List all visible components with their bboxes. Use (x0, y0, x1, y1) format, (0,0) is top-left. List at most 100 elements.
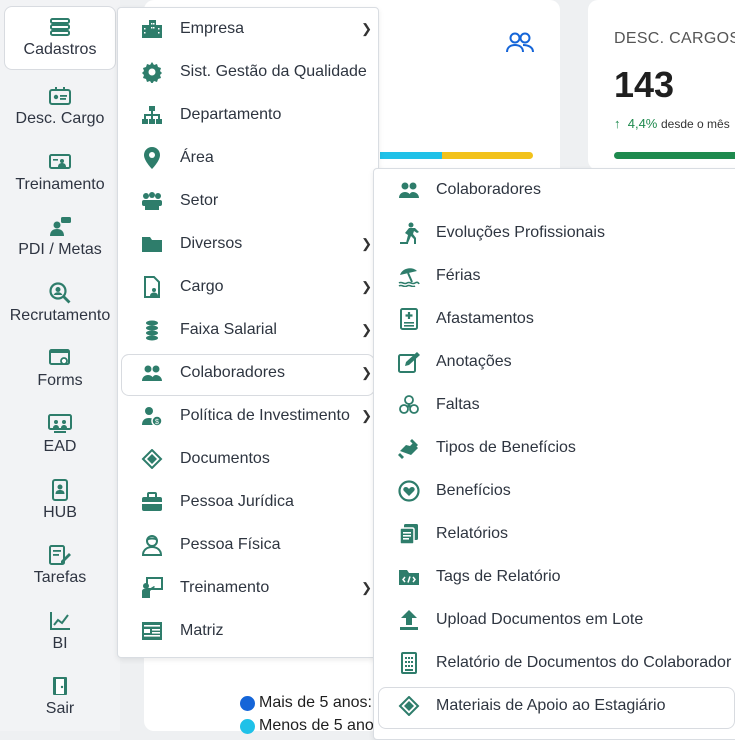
arrow-up-icon: ↑ (614, 116, 621, 131)
menu-item-label: Materiais de Apoio ao Estagiário (436, 697, 666, 714)
menu-item-empresa[interactable]: Empresa ❯ (118, 9, 376, 49)
menu-item-treinamento[interactable]: Treinamento ❯ (118, 568, 376, 608)
submenu-item-colaboradores[interactable]: Colaboradores (374, 170, 735, 210)
menu-item-label: Férias (436, 267, 481, 284)
cargos-progress-bar (614, 152, 735, 159)
running-icon (397, 221, 421, 245)
submenu-item-evolucoes[interactable]: Evoluções Profissionais (374, 213, 735, 253)
menu-item-diversos[interactable]: Diversos ❯ (118, 224, 376, 264)
sidebar-item-label: HUB (43, 504, 77, 521)
menu-item-label: Faixa Salarial (180, 321, 277, 338)
sidebar-item-sair[interactable]: Sair (0, 666, 120, 728)
sidebar-item-label: PDI / Metas (18, 241, 102, 258)
legend-item: Mais de 5 anos: (240, 694, 372, 712)
org-chart-icon (140, 103, 164, 127)
submenu-item-anotacoes[interactable]: Anotações (374, 342, 735, 382)
menu-item-label: Matriz (180, 622, 224, 639)
menu-item-pessoa-juridica[interactable]: Pessoa Jurídica (118, 482, 376, 522)
menu-item-departamento[interactable]: Departamento (118, 95, 376, 135)
menu-item-matriz[interactable]: Matriz (118, 611, 376, 651)
person-icon (140, 533, 164, 557)
copy-doc-icon (397, 522, 421, 546)
cargos-count: 143 (614, 64, 675, 105)
sidebar-item-label: Recrutamento (9, 307, 111, 324)
menu-item-label: Relatórios (436, 525, 509, 542)
submenu-item-ferias[interactable]: Férias (374, 256, 735, 296)
group-icon (140, 189, 164, 213)
id-card-icon (49, 86, 71, 106)
sidebar-item-treinamento[interactable]: Treinamento (0, 142, 120, 204)
submenu-item-tipos-beneficios[interactable]: Tipos de Benefícios (374, 428, 735, 468)
cadastros-menu: Empresa ❯ Sist. Gestão da Qualidade Depa… (117, 7, 379, 658)
chevron-right-icon: ❯ (361, 365, 372, 380)
handshake-icon (397, 436, 421, 460)
pencil-note-icon (397, 350, 421, 374)
umbrella-beach-icon (397, 264, 421, 288)
menu-item-label: Política de Investimento (180, 407, 350, 424)
menu-item-sist-gestao-qualidade[interactable]: Sist. Gestão da Qualidade (118, 52, 376, 92)
submenu-item-afastamentos[interactable]: Afastamentos (374, 299, 735, 339)
legend-label: Mais de 5 anos: (259, 694, 372, 711)
menu-item-setor[interactable]: Setor (118, 181, 376, 221)
legend-dot-cyan (240, 718, 255, 734)
cargos-trend: ↑ 4,4% desde o mês (614, 116, 730, 131)
users-icon[interactable] (506, 32, 534, 54)
sidebar: Cadastros Desc. Cargo Treinamento PDI / … (0, 0, 120, 731)
map-pin-icon (140, 146, 164, 170)
sidebar-item-desc-cargo[interactable]: Desc. Cargo (0, 76, 120, 138)
menu-item-politica-investimento[interactable]: $ Política de Investimento ❯ (118, 396, 376, 436)
menu-item-label: Faltas (436, 396, 480, 413)
sidebar-item-pdi-metas[interactable]: PDI / Metas (0, 207, 120, 269)
atom-icon (397, 393, 421, 417)
menu-item-pessoa-fisica[interactable]: Pessoa Física (118, 525, 376, 565)
edit-doc-icon (49, 545, 71, 565)
menu-item-colaboradores[interactable]: Colaboradores ❯ (118, 353, 376, 393)
menu-item-label: Treinamento (180, 579, 270, 596)
trend-text: desde o mês (661, 117, 730, 131)
menu-item-area[interactable]: Área (118, 138, 376, 178)
submenu-item-relatorio-documentos[interactable]: Relatório de Documentos do Colaborador (374, 643, 735, 683)
legend-item: Menos de 5 anos (240, 717, 382, 735)
code-folder-icon (397, 565, 421, 589)
submenu-item-relatorios[interactable]: Relatórios (374, 514, 735, 554)
users-icon (140, 361, 164, 385)
chevron-right-icon: ❯ (361, 21, 372, 36)
phone-user-icon (52, 479, 68, 501)
menu-item-label: Documentos (180, 450, 270, 467)
menu-item-label: Departamento (180, 106, 282, 123)
sidebar-item-cadastros[interactable]: Cadastros (4, 6, 116, 70)
menu-item-label: Pessoa Jurídica (180, 493, 294, 510)
sidebar-item-forms[interactable]: Forms (0, 338, 120, 400)
menu-item-label: Colaboradores (436, 181, 541, 198)
progress-segment-cyan (380, 152, 442, 159)
sidebar-item-ead[interactable]: EAD (0, 404, 120, 466)
menu-item-label: Área (180, 149, 214, 166)
menu-item-documentos[interactable]: Documentos (118, 439, 376, 479)
cargos-card: DESC. CARGOS 143 ↑ 4,4% desde o mês (588, 0, 735, 170)
chevron-right-icon: ❯ (361, 580, 372, 595)
submenu-item-tags-relatorio[interactable]: Tags de Relatório (374, 557, 735, 597)
monitor-icon (48, 414, 72, 434)
user-money-icon: $ (140, 404, 164, 428)
sidebar-item-tarefas[interactable]: Tarefas (0, 535, 120, 597)
money-doc-icon (140, 447, 164, 471)
progress-segment-yellow (442, 152, 533, 159)
menu-item-label: Relatório de Documentos do Colaborador (436, 654, 732, 671)
sidebar-item-hub[interactable]: HUB (0, 470, 120, 532)
menu-item-label: Colaboradores (180, 364, 285, 381)
briefcase-icon (140, 490, 164, 514)
submenu-item-upload-documentos[interactable]: Upload Documentos em Lote (374, 600, 735, 640)
menu-item-cargo[interactable]: Cargo ❯ (118, 267, 376, 307)
submenu-item-faltas[interactable]: Faltas (374, 385, 735, 425)
sidebar-item-label: Desc. Cargo (15, 110, 105, 127)
submenu-item-beneficios[interactable]: Benefícios (374, 471, 735, 511)
menu-item-faixa-salarial[interactable]: Faixa Salarial ❯ (118, 310, 376, 350)
menu-item-label: Tags de Relatório (436, 568, 561, 585)
sidebar-item-recrutamento[interactable]: Recrutamento (0, 273, 120, 335)
chevron-right-icon: ❯ (361, 279, 372, 294)
menu-item-label: Cargo (180, 278, 224, 295)
sidebar-item-label: EAD (43, 438, 77, 455)
menu-item-label: Tipos de Benefícios (436, 439, 576, 456)
submenu-item-materiais-apoio[interactable]: Materiais de Apoio ao Estagiário (374, 686, 735, 726)
sidebar-item-bi[interactable]: BI (0, 601, 120, 663)
